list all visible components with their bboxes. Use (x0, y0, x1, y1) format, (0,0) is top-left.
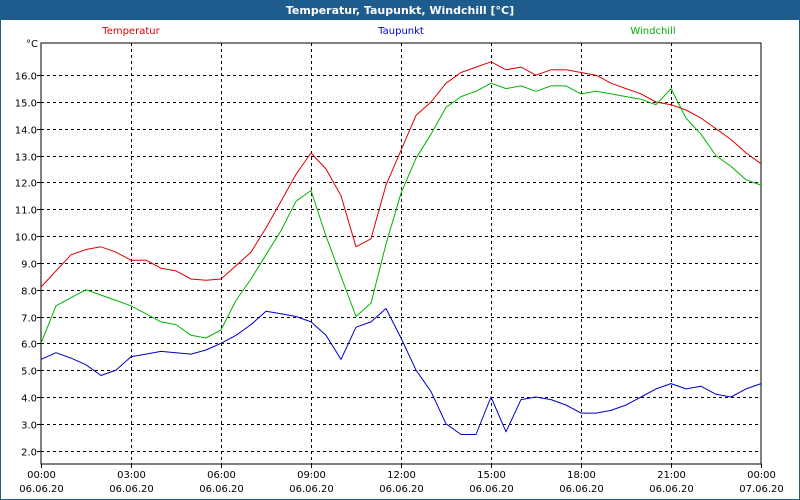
y-tick-label: 9.0 (21, 260, 37, 271)
x-tick-time-label: 06:00 (207, 470, 236, 481)
legend-entry-taupunkt: Taupunkt (377, 26, 424, 37)
x-tick-time-label: 03:00 (117, 470, 146, 481)
y-tick-label: 7.0 (21, 314, 37, 325)
y-tick-label: 15.0 (15, 99, 37, 110)
x-tick-time-label: 18:00 (567, 470, 596, 481)
x-tick-date-label: 06.06.20 (469, 484, 514, 495)
line-chart: 2.0 3.0 4.0 5.0 6.0 7.0 8.0 9.0 10.0 11.0 12.0 13.0… (15, 26, 784, 495)
y-tick-label: 11.0 (15, 206, 37, 217)
x-tick-time-label: 00:00 (747, 470, 776, 481)
y-tick-label: 16.0 (15, 72, 37, 83)
chart-window: Temperatur, Taupunkt, Windchill [°C] 2.0… (0, 0, 800, 500)
x-tick-date-label: 06.06.20 (19, 484, 64, 495)
y-tick-label: 6.0 (21, 340, 37, 351)
window-title: Temperatur, Taupunkt, Windchill [°C] (1, 1, 799, 20)
x-tick-time-label: 00:00 (27, 470, 56, 481)
x-tick-date-label: 06.06.20 (199, 484, 244, 495)
x-tick-date-label: 06.06.20 (379, 484, 424, 495)
x-tick-time-label: 21:00 (657, 470, 686, 481)
y-tick-label: 13.0 (15, 153, 37, 164)
x-tick-date-label: 06.06.20 (649, 484, 694, 495)
x-tick-time-label: 15:00 (477, 470, 506, 481)
x-tick-time-label: 12:00 (387, 470, 416, 481)
y-tick-label: 5.0 (21, 367, 37, 378)
y-tick-label: 2.0 (21, 448, 37, 459)
y-tick-label: 10.0 (15, 233, 37, 244)
x-tick-date-label: 06.06.20 (109, 484, 154, 495)
y-tick-label: 3.0 (21, 421, 37, 432)
chart-area: 2.0 3.0 4.0 5.0 6.0 7.0 8.0 9.0 10.0 11.0 12.0 13.0… (1, 20, 799, 499)
y-unit-label: °C (26, 39, 38, 50)
y-tick-label: 12.0 (15, 179, 37, 190)
x-tick-date-label: 07.06.20 (739, 484, 784, 495)
legend-entry-windchill: Windchill (630, 26, 675, 37)
x-tick-date-label: 06.06.20 (289, 484, 334, 495)
y-tick-label: 4.0 (21, 394, 37, 405)
legend-entry-temperatur: Temperatur (101, 26, 160, 37)
x-tick-time-label: 09:00 (297, 470, 326, 481)
y-tick-label: 8.0 (21, 287, 37, 298)
y-tick-label: 14.0 (15, 126, 37, 137)
x-tick-date-label: 06.06.20 (559, 484, 604, 495)
